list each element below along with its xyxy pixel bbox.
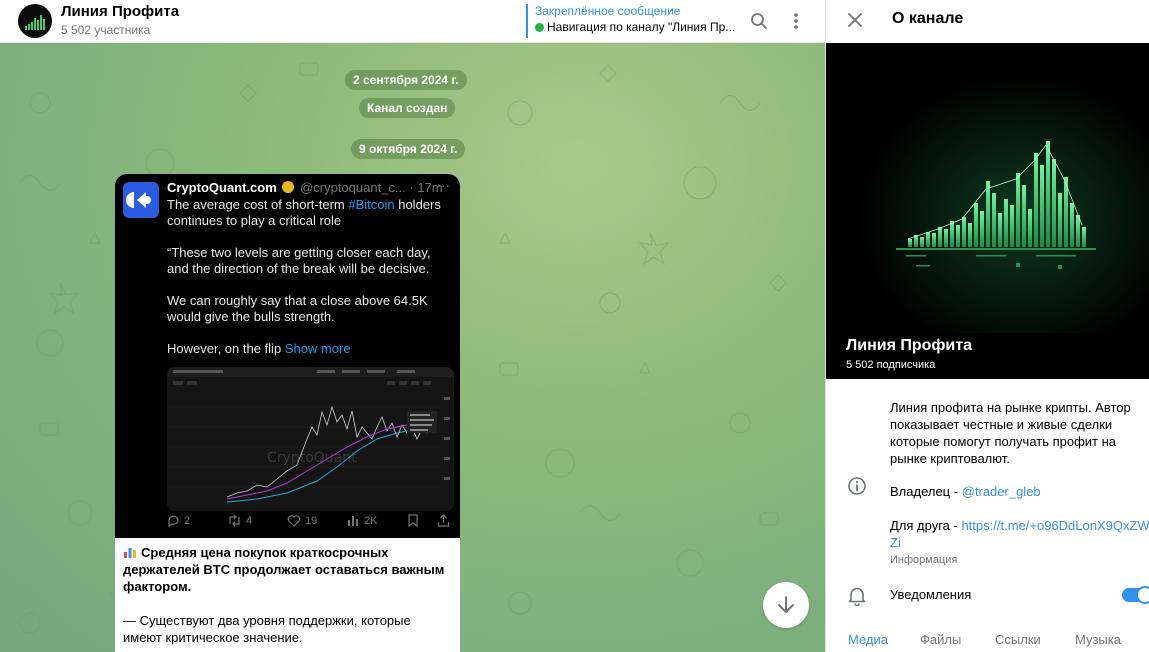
bookmark-icon [407,514,419,527]
media-tabs: Медиа Файлы Ссылки Музыка [826,624,1149,652]
verified-badge-icon [282,181,295,193]
owner-link[interactable]: @trader_gleb [962,484,1041,499]
channel-avatar[interactable] [18,4,52,38]
info-icon [846,475,868,497]
telegram-app: Линия Профита 5 502 участника Закреплённ… [0,0,1149,652]
views-chart-icon [348,516,358,526]
channel-post[interactable]: CryptoQuant.com @cryptoquant_c... · 17m … [115,174,460,652]
search-icon [751,13,767,29]
chat-header: Линия Профита 5 502 участника Закреплённ… [0,0,825,43]
pinned-message-title: Закреплённое сообщение [535,4,681,18]
tweet-show-more: Show more [284,341,351,356]
notifications-label: Уведомления [890,587,972,602]
tweet-text-1a: The average cost of short-term [167,197,349,212]
tweet-view-count: 2K [364,514,378,527]
info-title: О канале [892,10,964,27]
close-button[interactable] [844,9,866,31]
green-circle-icon [535,23,544,32]
tab-files[interactable]: Файлы [920,632,961,647]
more-vertical-icon [794,13,798,29]
tweet-text-3: We can roughly say that a close above 64… [167,293,428,324]
channel-description: Линия профита на рынке крипты. Автор пок… [890,400,1131,466]
close-icon [848,13,862,27]
friend-label: Для друга - [890,518,962,533]
pinned-message-text: Навигация по каналу "Линия Пр... [535,19,741,35]
channel-name: Линия Профита [846,337,972,354]
tweet-like: 19 [287,514,317,527]
tweet-views: 2K [347,514,377,527]
bar-chart-emoji-icon [124,548,136,558]
chat-title[interactable]: Линия Профита [61,3,179,20]
reply-icon [168,515,179,527]
tweet-reply: 2 [167,514,190,527]
repost-icon [229,514,240,527]
tweet-chart-image: CryptoQuant [167,367,454,511]
subscriber-count: 5 502 подписчика [846,359,936,371]
tweet-hashtag: #Bitcoin [348,197,395,212]
owner-label: Владелец - [890,484,962,499]
tweet-text-2: “These two levels are getting closer eac… [167,245,431,276]
tweet-screenshot[interactable]: CryptoQuant.com @cryptoquant_c... · 17m … [115,174,460,538]
tweet-reply-count: 2 [184,514,191,527]
tab-media[interactable]: Медиа [848,632,888,647]
tweet-handle: @cryptoquant_c... [300,180,406,195]
tab-music[interactable]: Музыка [1075,632,1121,647]
tweet-header: CryptoQuant.com @cryptoquant_c... · 17m [167,180,443,195]
chat-member-count: 5 502 участника [61,23,151,37]
banner-bars-image [826,43,1149,333]
scroll-down-button[interactable] [763,582,809,628]
tweet-like-count: 19 [305,514,318,527]
search-button[interactable] [746,8,772,34]
tab-links[interactable]: Ссылки [995,632,1041,647]
cryptoquant-logo [123,182,159,218]
service-message: Канал создан [359,98,456,118]
tweet-author: CryptoQuant.com [167,180,277,195]
share-icon [437,514,450,527]
channel-info-pane: О канале Линия Профита 5 502 подписчика … [825,0,1149,652]
bell-icon [846,585,868,607]
chat-pane: Линия Профита 5 502 участника Закреплённ… [0,0,825,652]
notifications-toggle[interactable] [1122,586,1149,604]
message-headline: Средняя цена покупок краткосрочных держа… [123,545,445,594]
arrow-down-icon [778,596,794,613]
tweet-repost: 4 [227,514,252,527]
message-paragraph: — Существуют два уровня поддержки, котор… [123,613,411,645]
chart-watermark: CryptoQuant [267,450,357,466]
more-options-button[interactable] [783,8,809,34]
tweet-repost-count: 4 [246,514,253,527]
heart-icon [287,515,301,527]
owner-line: Владелец - @trader_gleb [890,484,1041,499]
friend-line: Для друга - https://t.me/+o96DdLonX9QxZW… [890,517,1149,551]
info-caption: Информация [890,554,958,566]
message-text: Средняя цена покупок краткосрочных держа… [123,544,453,652]
date-separator: 2 сентября 2024 г. [345,70,467,90]
tweet-actions: 2 4 19 2K [167,514,457,532]
tweet-text-4: However, on the flip [167,341,285,356]
date-separator: 9 октября 2024 г. [351,139,466,159]
info-header: О канале [826,0,1149,43]
tweet-more-icon: ··· [437,178,450,193]
toggle-knob [1136,586,1149,604]
channel-banner[interactable]: Линия Профита 5 502 подписчика [826,43,1149,379]
pinned-message-preview: Навигация по каналу "Линия Пр... [547,20,736,34]
tweet-text: The average cost of short-term #Bitcoin … [167,197,452,373]
pinned-message-bar[interactable]: Закреплённое сообщение Навигация по кана… [526,4,741,38]
